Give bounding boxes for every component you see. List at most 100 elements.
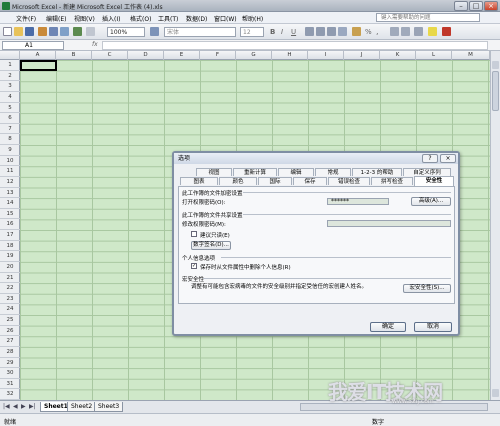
row-header[interactable]: 12	[0, 177, 20, 188]
italic-button[interactable]: I	[281, 28, 283, 36]
permission-icon[interactable]	[38, 27, 47, 36]
bold-button[interactable]: B	[270, 28, 275, 36]
tab-color[interactable]: 颜色	[219, 177, 257, 185]
tab-custom-lists[interactable]: 自定义序列	[403, 168, 451, 176]
spelling-icon[interactable]	[73, 27, 82, 36]
row-header[interactable]: 20	[0, 262, 20, 273]
help-search-input[interactable]: 键入需要帮助的问题	[376, 13, 480, 22]
row-header[interactable]: 10	[0, 156, 20, 167]
undo-icon[interactable]	[86, 27, 95, 36]
close-button[interactable]: ×	[484, 1, 498, 11]
column-header[interactable]: J	[344, 51, 380, 60]
row-header[interactable]: 3	[0, 81, 20, 92]
help-icon[interactable]	[150, 27, 159, 36]
sheet-tab-2[interactable]: Sheet2	[67, 402, 97, 412]
maximize-button[interactable]: □	[469, 1, 483, 11]
column-header[interactable]: E	[164, 51, 200, 60]
column-header[interactable]: F	[200, 51, 236, 60]
column-header[interactable]: A	[20, 51, 56, 60]
row-header[interactable]: 30	[0, 368, 20, 379]
decimal-icon[interactable]	[390, 27, 399, 36]
row-header[interactable]: 5	[0, 103, 20, 114]
ok-button[interactable]: 确定	[370, 322, 406, 332]
tab-general[interactable]: 常规	[315, 168, 351, 176]
menu-file[interactable]: 文件(F)	[16, 14, 36, 23]
select-all-corner[interactable]	[0, 51, 20, 60]
menu-view[interactable]: 视图(V)	[74, 14, 95, 23]
row-header[interactable]: 31	[0, 379, 20, 390]
print-icon[interactable]	[49, 27, 58, 36]
zoom-select[interactable]: 100%	[107, 27, 145, 37]
menu-window[interactable]: 窗口(W)	[214, 14, 237, 23]
dialog-close-button[interactable]: ×	[440, 154, 456, 163]
open-password-input[interactable]: ******	[327, 198, 389, 205]
row-header[interactable]: 17	[0, 230, 20, 241]
preview-icon[interactable]	[60, 27, 69, 36]
row-header[interactable]: 29	[0, 358, 20, 369]
column-header[interactable]: H	[272, 51, 308, 60]
prev-sheet-icon[interactable]: ◀	[13, 403, 18, 410]
row-header[interactable]: 9	[0, 145, 20, 156]
vertical-scrollbar[interactable]	[490, 51, 500, 400]
row-header[interactable]: 13	[0, 188, 20, 199]
active-cell[interactable]	[20, 60, 57, 71]
fx-icon[interactable]: fx	[92, 41, 98, 48]
row-header[interactable]: 6	[0, 113, 20, 124]
readonly-checkbox[interactable]	[191, 231, 197, 237]
first-sheet-icon[interactable]: |◀	[3, 403, 10, 410]
fill-color-icon[interactable]	[428, 27, 437, 36]
row-header[interactable]: 1	[0, 60, 20, 71]
open-icon[interactable]	[14, 27, 23, 36]
row-header[interactable]: 14	[0, 198, 20, 209]
row-header[interactable]: 8	[0, 134, 20, 145]
row-header[interactable]: 28	[0, 347, 20, 358]
tab-security[interactable]: 安全性	[414, 176, 454, 186]
macro-security-button[interactable]: 宏安全性(S)...	[403, 284, 451, 293]
menu-data[interactable]: 数据(D)	[186, 14, 207, 23]
align-right-icon[interactable]	[327, 27, 336, 36]
digital-signature-button[interactable]: 数字签名(D)...	[191, 241, 231, 250]
minimize-button[interactable]: –	[454, 1, 468, 11]
remove-info-checkbox[interactable]: ✓	[191, 263, 197, 269]
currency-icon[interactable]	[352, 27, 361, 36]
row-header[interactable]: 24	[0, 304, 20, 315]
scroll-up-icon[interactable]	[492, 61, 499, 69]
column-header[interactable]: D	[128, 51, 164, 60]
menu-insert[interactable]: 插入(I)	[102, 14, 120, 23]
modify-password-input[interactable]	[327, 220, 451, 227]
menu-edit[interactable]: 编辑(E)	[46, 14, 66, 23]
column-header[interactable]: G	[236, 51, 272, 60]
row-header[interactable]: 18	[0, 241, 20, 252]
sheet-tab-3[interactable]: Sheet3	[94, 402, 124, 412]
comma-button[interactable]: ,	[376, 27, 379, 36]
align-center-icon[interactable]	[316, 27, 325, 36]
advanced-button[interactable]: 高级(A)...	[411, 197, 451, 206]
font-color-icon[interactable]	[442, 27, 451, 36]
row-header[interactable]: 32	[0, 389, 20, 400]
merge-center-icon[interactable]	[338, 27, 347, 36]
column-header[interactable]: C	[92, 51, 128, 60]
formula-input[interactable]	[102, 41, 488, 50]
save-icon[interactable]	[25, 27, 34, 36]
last-sheet-icon[interactable]: ▶|	[29, 403, 36, 410]
scroll-thumb[interactable]	[492, 71, 499, 111]
percent-button[interactable]: %	[365, 28, 372, 36]
underline-button[interactable]: U	[291, 28, 296, 36]
row-header[interactable]: 11	[0, 166, 20, 177]
next-sheet-icon[interactable]: ▶	[21, 403, 26, 410]
tab-save[interactable]: 保存	[293, 177, 327, 185]
row-header[interactable]: 4	[0, 92, 20, 103]
indent-icon[interactable]	[401, 27, 410, 36]
menu-format[interactable]: 格式(O)	[130, 14, 151, 23]
tab-lotus-help[interactable]: 1-2-3 的帮助	[352, 168, 402, 176]
new-icon[interactable]	[3, 27, 12, 36]
row-header[interactable]: 16	[0, 219, 20, 230]
row-header[interactable]: 21	[0, 273, 20, 284]
column-header[interactable]: B	[56, 51, 92, 60]
row-header[interactable]: 25	[0, 315, 20, 326]
tab-international[interactable]: 国际	[258, 177, 292, 185]
row-header[interactable]: 2	[0, 71, 20, 82]
row-header[interactable]: 23	[0, 294, 20, 305]
tab-edit[interactable]: 编辑	[278, 168, 314, 176]
borders-icon[interactable]	[414, 27, 423, 36]
